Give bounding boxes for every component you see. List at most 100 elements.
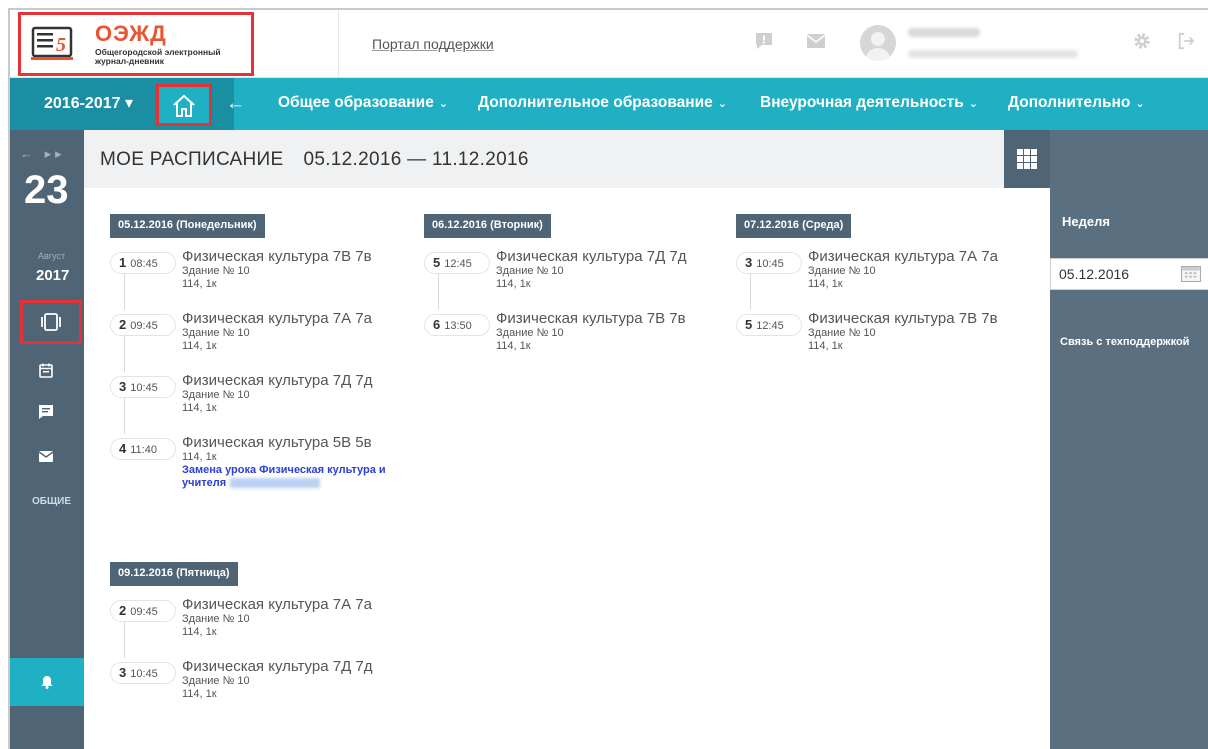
tech-support-link[interactable]: Связь с техподдержкой <box>1060 336 1189 348</box>
lesson-time-pill: 6 13:50 <box>424 314 490 336</box>
top-header: 5 ОЭЖД Общегородской электронный журнал-… <box>10 10 1208 78</box>
day-column-tuesday: 06.12.2016 (Вторник) 5 12:45 Физическая к… <box>424 214 724 372</box>
current-month: Август <box>38 251 66 261</box>
chevron-down-icon: ⌄ <box>717 98 728 110</box>
messages-icon[interactable] <box>38 404 54 420</box>
lesson-time-pill: 3 10:45 <box>110 376 176 398</box>
chevron-down-icon: ⌄ <box>1135 98 1145 110</box>
lesson-time-pill: 4 11:40 <box>110 438 176 460</box>
lesson-time-pill: 5 12:45 <box>424 252 490 274</box>
home-icon <box>173 94 195 117</box>
mail-icon[interactable] <box>38 448 54 464</box>
lesson-room: 114, 1к <box>182 688 217 700</box>
lesson-room: 114, 1к <box>182 340 217 352</box>
lesson-time: 12:45 <box>756 320 784 332</box>
nav-additional-education[interactable]: Дополнительное образование ⌄ <box>478 94 727 112</box>
avatar[interactable] <box>860 25 896 61</box>
calendar-picker-icon[interactable] <box>1181 266 1201 282</box>
academic-year-selector[interactable]: 2016-2017 ▾ <box>44 93 133 113</box>
user-role-redacted <box>908 50 1078 58</box>
date-nav-arrows[interactable]: ← ▸▸ <box>20 146 66 162</box>
logo[interactable]: 5 ОЭЖД Общегородской электронный журнал-… <box>18 12 254 76</box>
lesson-subject[interactable]: Физическая культура 7В 7в <box>808 310 998 327</box>
lesson-item[interactable]: 3 10:45 Физическая культура 7Д 7д Здание … <box>110 658 420 720</box>
lesson-subject[interactable]: Физическая культура 7Д 7д <box>182 372 373 389</box>
calendar-icon[interactable] <box>38 362 54 378</box>
lesson-room: 114, 1к <box>182 278 217 290</box>
timeline-line <box>124 616 125 658</box>
lesson-number: 5 <box>433 255 441 270</box>
current-day: 23 <box>24 168 69 212</box>
lesson-time: 10:45 <box>130 668 158 680</box>
header-divider <box>338 10 339 78</box>
lesson-subject[interactable]: Физическая культура 7Д 7д <box>182 658 373 675</box>
lesson-subject[interactable]: Физическая культура 5В 5в <box>182 434 372 451</box>
lesson-item[interactable]: 3 10:45 Физическая культура 7Д 7д Здание … <box>110 372 420 434</box>
lesson-item[interactable]: 1 08:45 Физическая культура 7В 7в Здание … <box>110 248 420 310</box>
gear-icon[interactable] <box>1132 32 1152 50</box>
lesson-building: Здание № 10 <box>496 327 564 339</box>
nav-general-education[interactable]: Общее образование ⌄ <box>278 94 448 112</box>
lesson-number: 3 <box>119 379 127 394</box>
home-button[interactable] <box>156 84 212 126</box>
day-label: 05.12.2016 (Понедельник) <box>110 214 265 238</box>
lesson-item[interactable]: 5 12:45 Физическая культура 7В 7в Здание … <box>736 310 1036 372</box>
support-portal-link[interactable]: Портал поддержки <box>372 36 494 52</box>
lesson-time: 12:45 <box>444 258 472 270</box>
journal-logo-icon: 5 <box>31 26 73 60</box>
week-date-input[interactable] <box>1059 266 1169 282</box>
lesson-time: 10:45 <box>130 382 158 394</box>
lesson-subject[interactable]: Физическая культура 7В 7в <box>182 248 372 265</box>
lesson-building: Здание № 10 <box>496 265 564 277</box>
lesson-list: 2 09:45 Физическая культура 7А 7а Здание … <box>110 596 420 720</box>
nav-label: Дополнительное образование <box>478 94 713 111</box>
lesson-subject[interactable]: Физическая культура 7А 7а <box>182 310 372 327</box>
lesson-room: 114, 1к <box>496 278 531 290</box>
lesson-item[interactable]: 3 10:45 Физическая культура 7А 7а Здание … <box>736 248 1036 310</box>
lesson-time: 09:45 <box>130 320 158 332</box>
nav-more[interactable]: Дополнительно ⌄ <box>1008 94 1145 112</box>
lesson-room: 114, 1к <box>808 278 843 290</box>
lesson-item[interactable]: 2 09:45 Физическая культура 7А 7а Здание … <box>110 596 420 658</box>
lesson-item[interactable]: 4 11:40 Физическая культура 5В 5в 114, 1к… <box>110 434 420 514</box>
page-title: МОЕ РАСПИСАНИЕ 05.12.2016 — 11.12.2016 <box>100 149 529 171</box>
schedule-area: 05.12.2016 (Понедельник) 1 08:45 Физическ… <box>84 188 1050 749</box>
lesson-time-pill: 3 10:45 <box>110 662 176 684</box>
day-label: 06.12.2016 (Вторник) <box>424 214 551 238</box>
common-section-label[interactable]: ОБЩИЕ <box>32 496 71 507</box>
lesson-number: 2 <box>119 317 127 332</box>
week-date-picker[interactable] <box>1050 258 1208 290</box>
lesson-building: Здание № 10 <box>182 327 250 339</box>
current-year: 2017 <box>36 267 70 284</box>
nav-extracurricular[interactable]: Внеурочная деятельность ⌄ <box>760 94 978 112</box>
lesson-replacement-note[interactable]: Замена урока Физическая культура и учите… <box>182 464 422 490</box>
timeline-line <box>124 392 125 434</box>
lesson-item[interactable]: 2 09:45 Физическая культура 7А 7а Здание … <box>110 310 420 372</box>
svg-text:5: 5 <box>56 34 66 56</box>
mail-icon[interactable] <box>806 32 826 50</box>
week-range: 05.12.2016 — 11.12.2016 <box>303 149 529 170</box>
day-column-wednesday: 07.12.2016 (Среда) 3 10:45 Физическая кул… <box>736 214 1036 372</box>
nav-label: Общее образование <box>278 94 434 111</box>
nav-label: Дополнительно <box>1008 94 1131 111</box>
logout-icon[interactable] <box>1176 32 1196 50</box>
back-arrow-icon[interactable]: ← <box>226 93 245 115</box>
lesson-subject[interactable]: Физическая культура 7А 7а <box>182 596 372 613</box>
notifications-button[interactable] <box>10 658 84 706</box>
page-title-text: МОЕ РАСПИСАНИЕ <box>100 149 284 170</box>
lesson-number: 6 <box>433 317 441 332</box>
lesson-time: 09:45 <box>130 606 158 618</box>
user-name-redacted <box>908 28 980 37</box>
lesson-subject[interactable]: Физическая культура 7А 7а <box>808 248 998 265</box>
lesson-subject[interactable]: Физическая культура 7Д 7д <box>496 248 687 265</box>
lesson-building: Здание № 10 <box>182 389 250 401</box>
notification-icon[interactable] <box>754 32 774 50</box>
lesson-time: 13:50 <box>444 320 472 332</box>
lesson-building: Здание № 10 <box>182 613 250 625</box>
lesson-item[interactable]: 6 13:50 Физическая культура 7В 7в Здание … <box>424 310 724 372</box>
schedule-view-button[interactable] <box>20 300 82 344</box>
grid-view-button[interactable] <box>1004 130 1050 188</box>
lesson-number: 3 <box>745 255 753 270</box>
lesson-subject[interactable]: Физическая культура 7В 7в <box>496 310 686 327</box>
lesson-item[interactable]: 5 12:45 Физическая культура 7Д 7д Здание … <box>424 248 724 310</box>
